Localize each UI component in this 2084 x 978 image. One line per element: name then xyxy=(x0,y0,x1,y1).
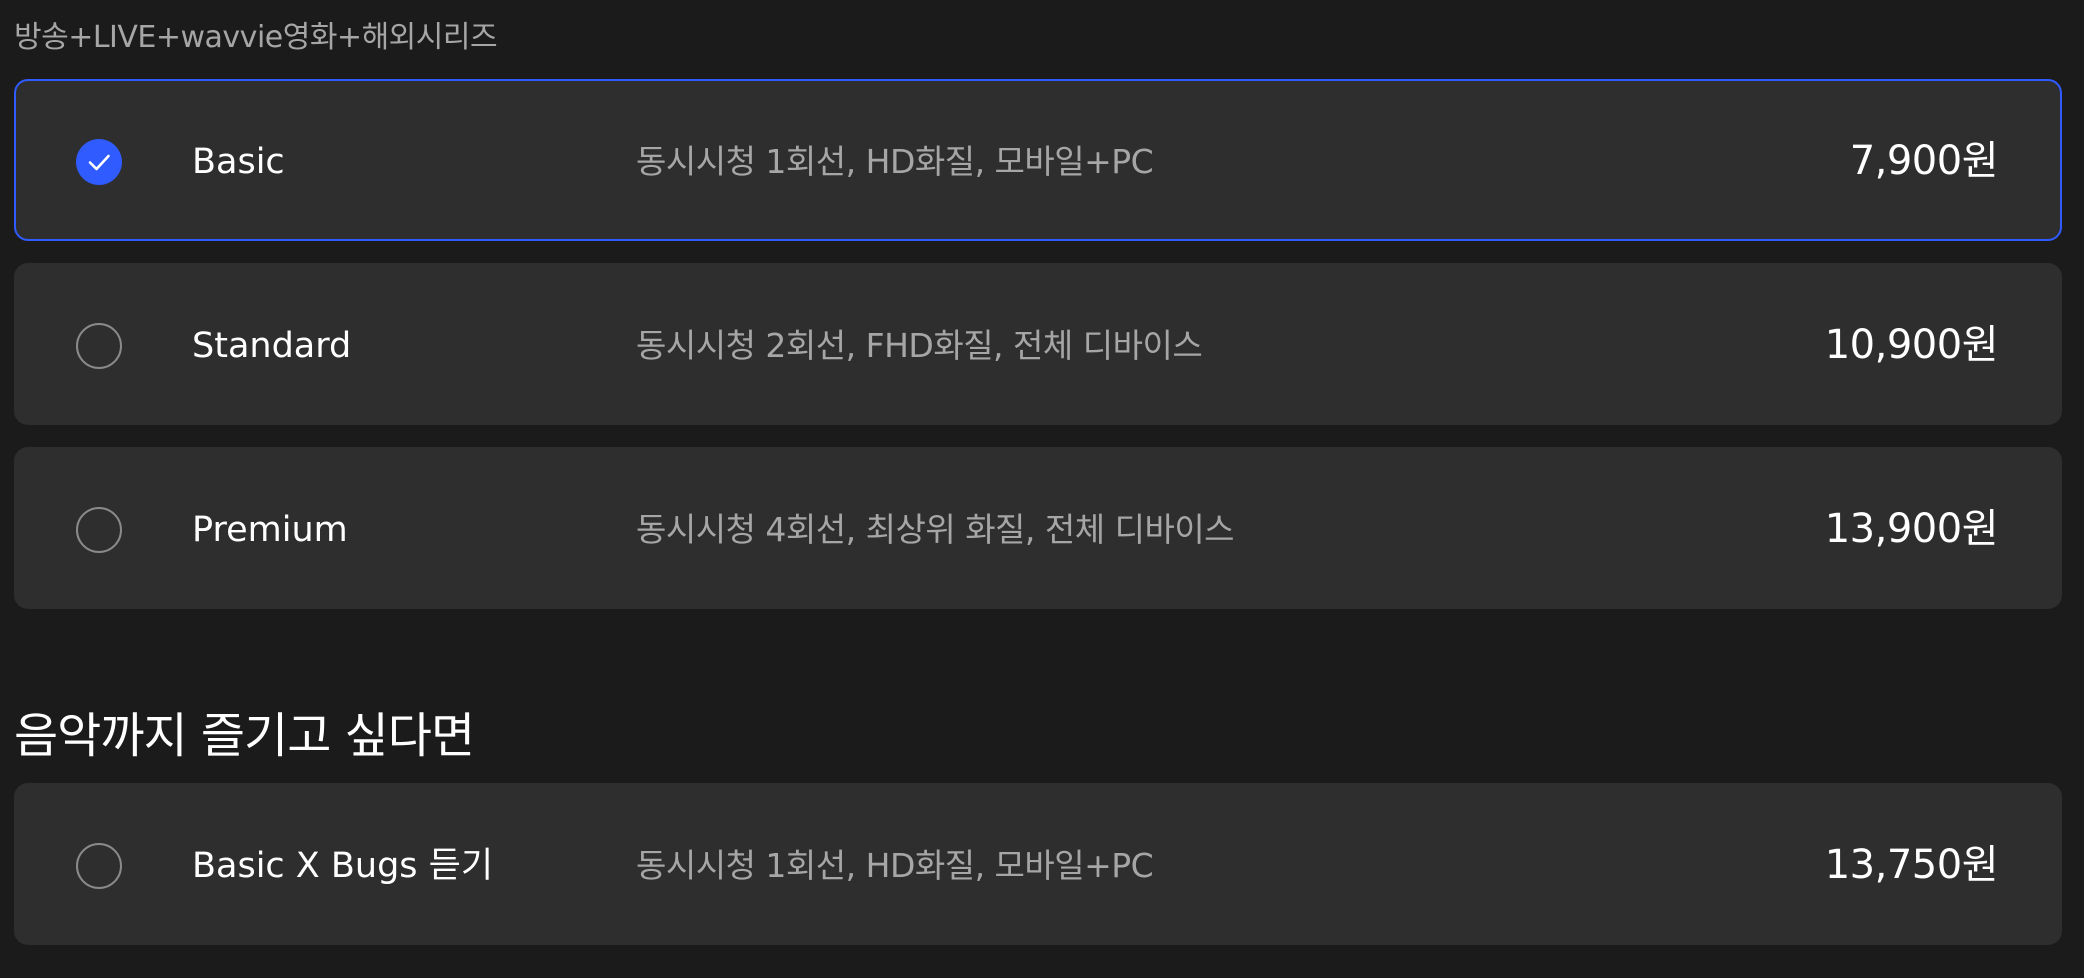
plan-price: 13,750원 xyxy=(1824,842,1999,888)
plan-price: 13,900원 xyxy=(1824,506,1999,552)
plan-option-standard[interactable]: Standard 동시시청 2회선, FHD화질, 전체 디바이스 10,900… xyxy=(14,263,2062,425)
plan-name: Basic xyxy=(192,142,285,182)
radio-button-selected[interactable] xyxy=(76,139,122,185)
plan-description: 동시시청 2회선, FHD화질, 전체 디바이스 xyxy=(636,326,1203,365)
plan-name: Standard xyxy=(192,326,352,366)
plan-price: 10,900원 xyxy=(1824,322,1999,368)
plan-option-premium[interactable]: Premium 동시시청 4회선, 최상위 화질, 전체 디바이스 13,900… xyxy=(14,447,2062,609)
plan-description: 동시시청 1회선, HD화질, 모바일+PC xyxy=(636,142,1154,181)
music-section-title: 음악까지 즐기고 싶다면 xyxy=(14,708,475,764)
plan-description: 동시시청 1회선, HD화질, 모바일+PC xyxy=(636,846,1154,885)
plan-price: 7,900원 xyxy=(1849,138,1999,184)
check-icon xyxy=(88,154,110,171)
section-label: 방송+LIVE+wavvie영화+해외시리즈 xyxy=(14,20,498,55)
radio-button[interactable] xyxy=(76,843,122,889)
plan-name: Premium xyxy=(192,510,348,550)
plan-option-basic[interactable]: Basic 동시시청 1회선, HD화질, 모바일+PC 7,900원 xyxy=(14,79,2062,241)
plan-option-basic-x-bugs[interactable]: Basic X Bugs 듣기 동시시청 1회선, HD화질, 모바일+PC 1… xyxy=(14,783,2062,945)
radio-button[interactable] xyxy=(76,323,122,369)
plan-name: Basic X Bugs 듣기 xyxy=(192,846,494,886)
radio-button[interactable] xyxy=(76,507,122,553)
plan-description: 동시시청 4회선, 최상위 화질, 전체 디바이스 xyxy=(636,510,1235,549)
